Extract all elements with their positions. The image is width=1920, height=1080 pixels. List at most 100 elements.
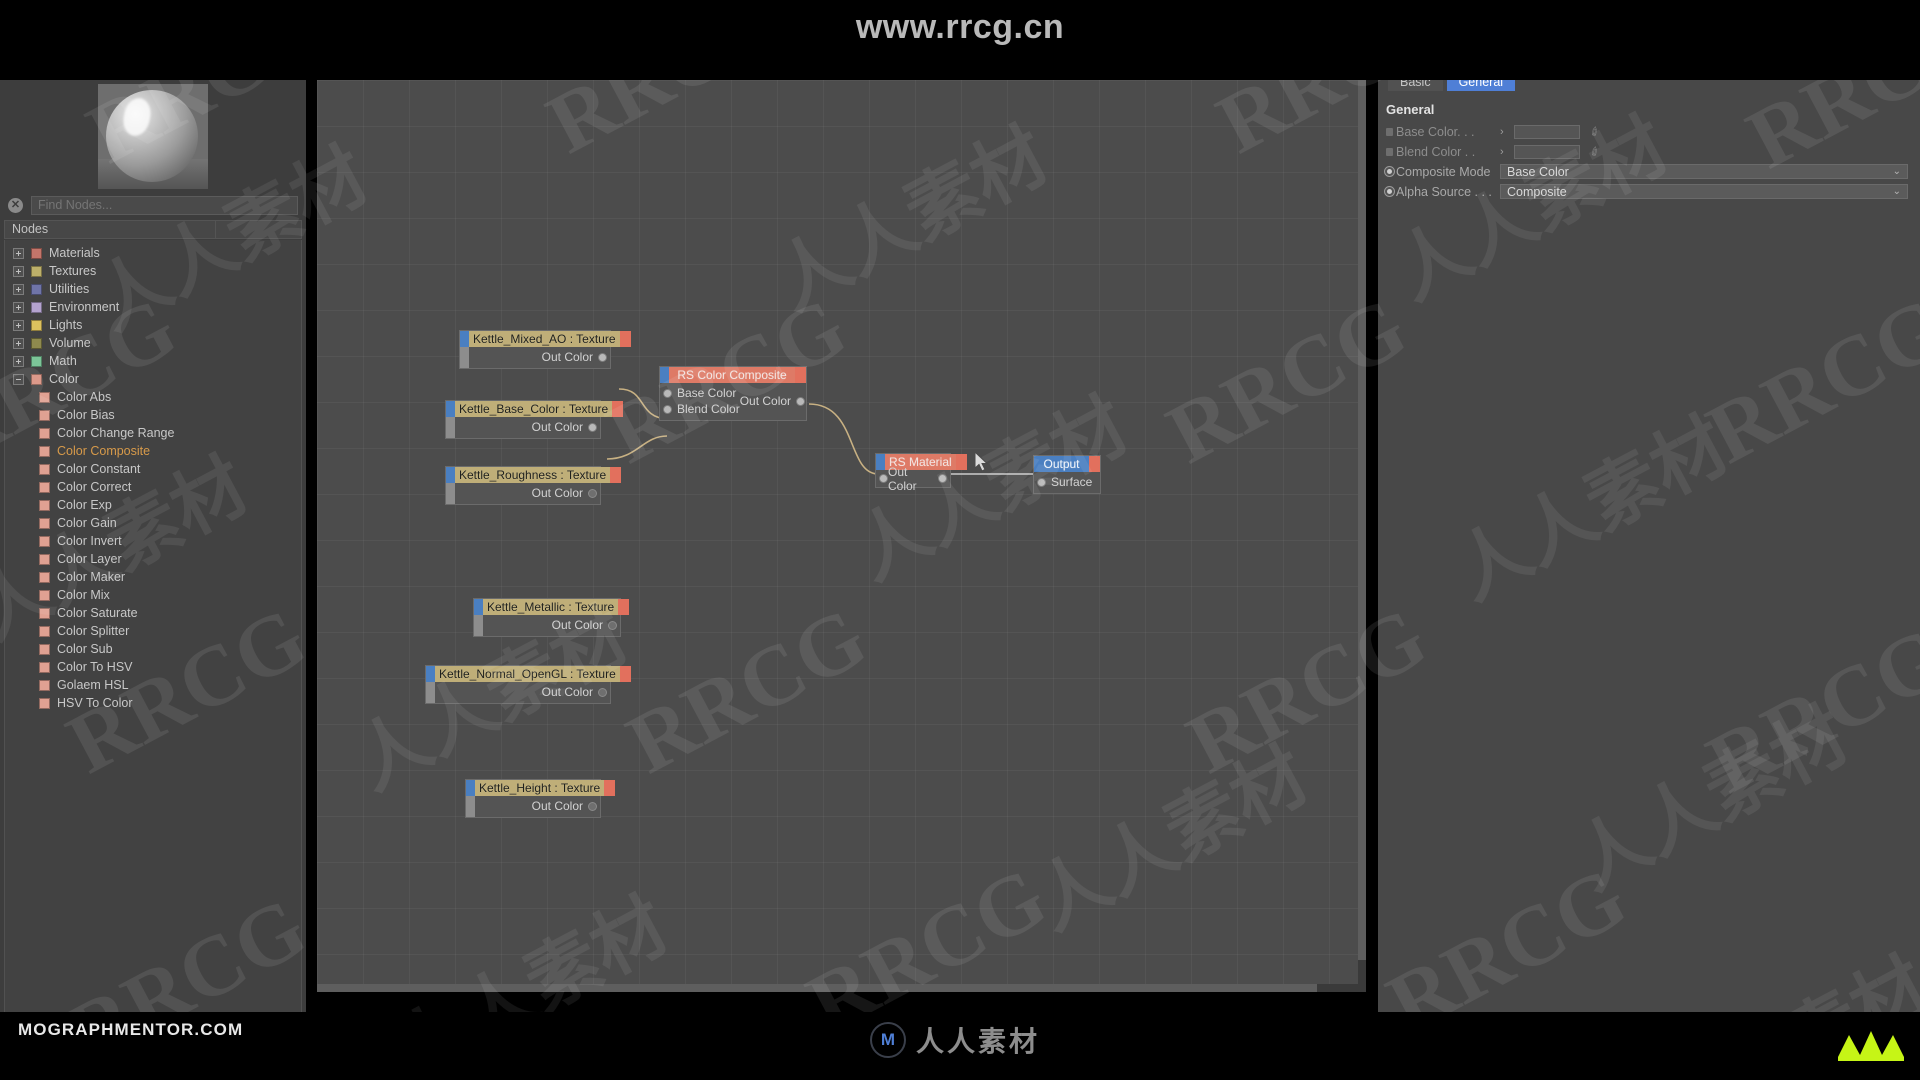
node-rs-material[interactable]: RS Material Out Color: [875, 453, 967, 493]
canvas-horizontal-scrollbar[interactable]: [317, 984, 1366, 992]
tree-item-volume[interactable]: Volume: [5, 334, 301, 352]
tree-item-lights[interactable]: Lights: [5, 316, 301, 334]
tree-item-color-invert[interactable]: Color Invert: [5, 532, 301, 550]
search-input[interactable]: [31, 195, 298, 215]
property-row-base-color[interactable]: Base Color. . . › ✐: [1378, 122, 1920, 141]
property-row-alpha-source[interactable]: Alpha Source . . . Composite ⌄: [1378, 182, 1920, 201]
expand-icon[interactable]: [13, 319, 24, 331]
expand-icon[interactable]: [13, 337, 24, 349]
node-rs-color-composite[interactable]: RS Color Composite Base Color Blend Colo…: [659, 366, 807, 421]
tree-item-color-abs[interactable]: Color Abs: [5, 388, 301, 406]
tree-item-color-splitter[interactable]: Color Splitter: [5, 622, 301, 640]
tree-item-color[interactable]: Color: [5, 370, 301, 388]
node-kettle-normal-opengl[interactable]: Kettle_Normal_OpenGL : Texture Out Color: [425, 665, 631, 704]
scrollbar-thumb[interactable]: [317, 984, 1317, 992]
output-port-icon[interactable]: [588, 488, 597, 498]
node-kettle-mixed-ao[interactable]: Kettle_Mixed_AO : Texture Out Color: [459, 330, 631, 369]
output-port-icon[interactable]: [938, 474, 947, 483]
node-output-row[interactable]: Out Color: [446, 419, 600, 435]
tree-item-textures[interactable]: Textures: [5, 262, 301, 280]
tree-item-color-to-hsv[interactable]: Color To HSV: [5, 658, 301, 676]
expand-icon[interactable]: [13, 247, 24, 259]
collapse-icon[interactable]: [13, 373, 24, 385]
canvas-vertical-scrollbar[interactable]: [1358, 80, 1366, 992]
node-output-row[interactable]: Out Color: [426, 684, 610, 700]
tree-item-golaem-hsl[interactable]: Golaem HSL: [5, 676, 301, 694]
eyedropper-icon[interactable]: ✐: [1587, 123, 1603, 140]
tree-item-hsv-to-color[interactable]: HSV To Color: [5, 694, 301, 712]
output-port-icon[interactable]: [608, 620, 617, 630]
tree-item-color-bias[interactable]: Color Bias: [5, 406, 301, 424]
node-kettle-height[interactable]: Kettle_Height : Texture Out Color: [465, 779, 616, 818]
lock-icon[interactable]: [1382, 147, 1396, 156]
expand-icon[interactable]: [13, 283, 24, 295]
tree-item-utilities[interactable]: Utilities: [5, 280, 301, 298]
radio-icon[interactable]: [1382, 186, 1396, 197]
input-port-icon[interactable]: [879, 474, 888, 483]
node-type-tree[interactable]: Materials Textures Utilities Environment…: [4, 240, 302, 1015]
scrollbar-thumb[interactable]: [1358, 80, 1366, 960]
node-kettle-roughness[interactable]: Kettle_Roughness : Texture Out Color: [445, 466, 622, 505]
input-port-icon[interactable]: [1037, 477, 1046, 487]
alpha-source-dropdown[interactable]: Composite ⌄: [1500, 184, 1908, 199]
tree-item-color-mix[interactable]: Color Mix: [5, 586, 301, 604]
node-body: Base Color Blend Color Out Color: [660, 383, 806, 420]
node-output-row[interactable]: Out Color: [474, 617, 620, 633]
radio-icon[interactable]: [1382, 166, 1396, 177]
node-color-swatch: [39, 625, 50, 637]
output-port-icon[interactable]: [588, 801, 597, 811]
node-input-row[interactable]: Base Color: [660, 385, 740, 401]
node-output[interactable]: Output Surface: [1033, 455, 1101, 494]
tree-item-environment[interactable]: Environment: [5, 298, 301, 316]
property-label: Composite Mode: [1396, 164, 1491, 179]
tree-item-color-constant[interactable]: Color Constant: [5, 460, 301, 478]
color-swatch-field[interactable]: [1514, 144, 1580, 159]
tree-item-materials[interactable]: Materials: [5, 244, 301, 262]
node-left-strip: [466, 796, 475, 817]
node-output-row[interactable]: Out Color: [466, 798, 600, 814]
color-swatch-field[interactable]: [1514, 124, 1580, 139]
tree-item-color-layer[interactable]: Color Layer: [5, 550, 301, 568]
tree-item-color-saturate[interactable]: Color Saturate: [5, 604, 301, 622]
clear-icon[interactable]: ✕: [8, 197, 23, 213]
property-row-blend-color[interactable]: Blend Color . . › ✐: [1378, 142, 1920, 161]
column-header-nodes[interactable]: Nodes: [4, 220, 216, 239]
expand-icon[interactable]: [13, 301, 24, 313]
composite-mode-dropdown[interactable]: Base Color ⌄: [1500, 164, 1908, 179]
tree-item-color-exp[interactable]: Color Exp: [5, 496, 301, 514]
tree-item-color-maker[interactable]: Color Maker: [5, 568, 301, 586]
tree-item-math[interactable]: Math: [5, 352, 301, 370]
node-output-row[interactable]: Out Color: [460, 349, 610, 365]
tree-item-color-gain[interactable]: Color Gain: [5, 514, 301, 532]
input-port-icon[interactable]: [663, 404, 672, 414]
tree-item-color-change-range[interactable]: Color Change Range: [5, 424, 301, 442]
logo-text: 人人素材: [916, 1026, 1041, 1057]
expand-icon[interactable]: [13, 355, 24, 367]
node-editor-canvas[interactable]: Kettle_Mixed_AO : Texture Out Color Kett…: [317, 80, 1366, 992]
output-port-icon[interactable]: [598, 687, 607, 697]
dropdown-value: Composite: [1507, 184, 1567, 199]
eyedropper-icon[interactable]: ✐: [1587, 143, 1603, 160]
chevron-right-icon[interactable]: ›: [1500, 146, 1514, 158]
lock-icon[interactable]: [1382, 127, 1396, 136]
tree-item-color-correct[interactable]: Color Correct: [5, 478, 301, 496]
tree-item-color-composite[interactable]: Color Composite: [5, 442, 301, 460]
material-preview[interactable]: [98, 84, 208, 189]
expand-icon[interactable]: [13, 265, 24, 277]
tree-item-color-sub[interactable]: Color Sub: [5, 640, 301, 658]
node-type-marker-right: [618, 599, 630, 615]
node-kettle-base-color[interactable]: Kettle_Base_Color : Texture Out Color: [445, 400, 624, 439]
output-port-icon[interactable]: [598, 352, 607, 362]
node-output-row[interactable]: Out Color: [740, 393, 808, 409]
chevron-right-icon[interactable]: ›: [1500, 126, 1514, 138]
input-port-icon[interactable]: [663, 388, 672, 398]
property-row-composite-mode[interactable]: Composite Mode Base Color ⌄: [1378, 162, 1920, 181]
output-port-icon[interactable]: [796, 396, 806, 406]
node-type-marker-right: [795, 367, 806, 383]
node-output-row[interactable]: Out Color: [446, 485, 600, 501]
column-header-blank[interactable]: [216, 220, 302, 239]
output-port-icon[interactable]: [588, 422, 597, 432]
node-kettle-metallic[interactable]: Kettle_Metallic : Texture Out Color: [473, 598, 630, 637]
node-input-row[interactable]: Surface: [1034, 474, 1100, 490]
node-input-row[interactable]: Blend Color: [660, 401, 740, 417]
